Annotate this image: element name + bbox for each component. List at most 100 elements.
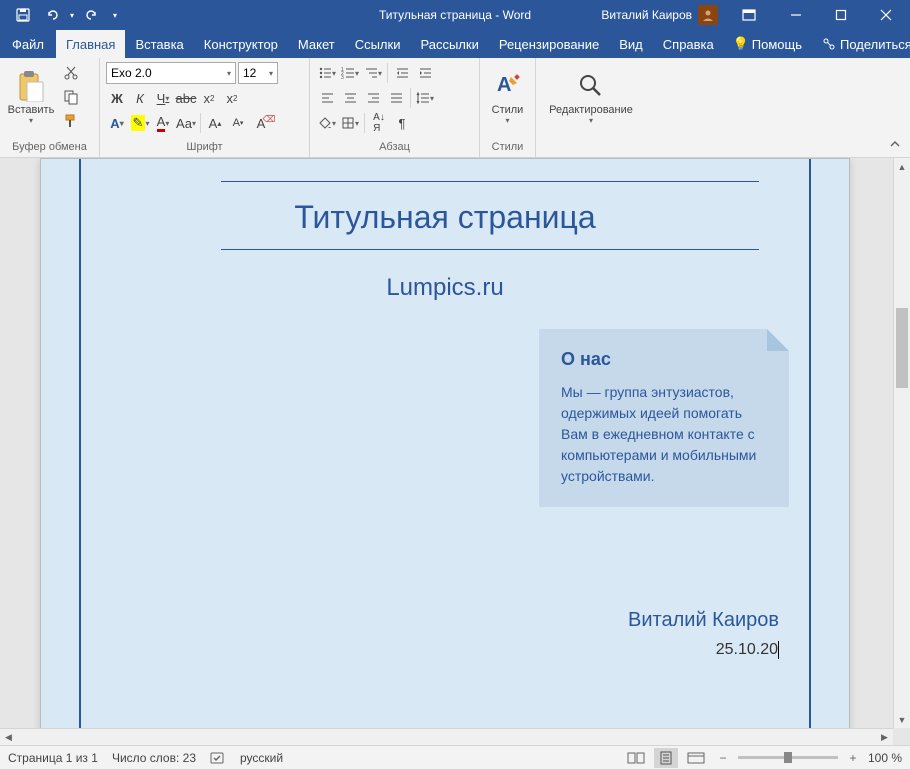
- scroll-right-arrow[interactable]: ▶: [876, 729, 893, 745]
- document-title: Титульная страница - Word: [379, 8, 531, 22]
- document-main-title[interactable]: Титульная страница: [41, 199, 849, 236]
- qat-customize[interactable]: ▾: [108, 2, 122, 28]
- ribbon-tabs: Файл Главная Вставка Конструктор Макет С…: [0, 30, 910, 58]
- user-name[interactable]: Виталий Каиров: [601, 8, 692, 22]
- window-controls: [773, 0, 908, 30]
- share-icon: [822, 37, 836, 51]
- page[interactable]: Титульная страница Lumpics.ru О нас Мы —…: [40, 158, 850, 745]
- ribbon-options-button[interactable]: [726, 0, 771, 30]
- zoom-out-button[interactable]: −: [714, 748, 732, 768]
- tab-home[interactable]: Главная: [56, 30, 125, 58]
- grow-font-button[interactable]: A▴: [204, 112, 226, 134]
- document-area: Титульная страница Lumpics.ru О нас Мы —…: [0, 158, 910, 745]
- group-paragraph: ▾ 123▾ ▾ ▾ ▾ ▾: [310, 58, 480, 157]
- title-rule-top: [221, 181, 759, 182]
- copy-button[interactable]: [60, 86, 82, 108]
- tab-references[interactable]: Ссылки: [345, 30, 411, 58]
- tab-help[interactable]: Справка: [653, 30, 724, 58]
- shrink-font-button[interactable]: A▾: [227, 112, 249, 134]
- scroll-up-arrow[interactable]: ▲: [894, 158, 910, 175]
- show-marks-button[interactable]: ¶: [391, 112, 413, 134]
- text-effects-button[interactable]: A ▾: [106, 112, 128, 134]
- text-cursor: [778, 641, 779, 659]
- collapse-ribbon-button[interactable]: [886, 135, 904, 153]
- help-button[interactable]: 💡Помощь: [724, 37, 812, 52]
- about-box[interactable]: О нас Мы — группа энтузиастов, одержимых…: [539, 329, 789, 507]
- tab-insert[interactable]: Вставка: [125, 30, 193, 58]
- tab-design[interactable]: Конструктор: [194, 30, 288, 58]
- numbering-button[interactable]: 123▾: [339, 62, 361, 84]
- page-count[interactable]: Страница 1 из 1: [8, 751, 98, 765]
- svg-text:3: 3: [341, 75, 344, 80]
- align-left-button[interactable]: [316, 87, 338, 109]
- statusbar: Страница 1 из 1 Число слов: 23 русский −…: [0, 745, 910, 769]
- paste-button[interactable]: Вставить ▾: [6, 62, 56, 132]
- document-subtitle[interactable]: Lumpics.ru: [41, 274, 849, 302]
- tab-review[interactable]: Рецензирование: [489, 30, 609, 58]
- zoom-in-button[interactable]: +: [844, 748, 862, 768]
- bullets-button[interactable]: ▾: [316, 62, 338, 84]
- zoom-slider[interactable]: [738, 756, 838, 759]
- bold-button[interactable]: Ж: [106, 87, 128, 109]
- window-title: Титульная страница - Word: [379, 8, 531, 22]
- scroll-down-arrow[interactable]: ▼: [894, 711, 910, 728]
- scroll-left-arrow[interactable]: ◀: [0, 729, 17, 745]
- strikethrough-button[interactable]: abc: [175, 87, 197, 109]
- multilevel-list-button[interactable]: ▾: [362, 62, 384, 84]
- change-case-button[interactable]: Aa▾: [175, 112, 197, 134]
- close-button[interactable]: [863, 0, 908, 30]
- shading-button[interactable]: ▾: [316, 112, 338, 134]
- share-button[interactable]: Поделиться: [812, 37, 910, 52]
- minimize-button[interactable]: [773, 0, 818, 30]
- editing-button[interactable]: Редактирование ▾: [542, 62, 640, 132]
- redo-button[interactable]: [78, 2, 104, 28]
- tab-file[interactable]: Файл: [0, 30, 56, 58]
- word-count[interactable]: Число слов: 23: [112, 751, 196, 765]
- format-painter-button[interactable]: [60, 110, 82, 132]
- proofing-button[interactable]: [210, 751, 226, 765]
- document-date[interactable]: 25.10.20: [716, 641, 779, 659]
- underline-button[interactable]: Ч ▾: [152, 87, 174, 109]
- maximize-button[interactable]: [818, 0, 863, 30]
- justify-button[interactable]: [385, 87, 407, 109]
- group-clipboard: Вставить ▾ Буфер обмена: [0, 58, 100, 157]
- print-layout-button[interactable]: [654, 748, 678, 768]
- line-spacing-button[interactable]: ▾: [414, 87, 436, 109]
- about-text: Мы — группа энтузиастов, одержимых идеей…: [561, 382, 767, 487]
- font-color-button[interactable]: A▾: [152, 112, 174, 134]
- borders-button[interactable]: ▾: [339, 112, 361, 134]
- align-right-button[interactable]: [362, 87, 384, 109]
- group-label-paragraph: Абзац: [316, 139, 473, 155]
- sort-button[interactable]: А↓Я: [368, 112, 390, 134]
- tab-layout[interactable]: Макет: [288, 30, 345, 58]
- decrease-indent-button[interactable]: [391, 62, 413, 84]
- scroll-thumb[interactable]: [896, 308, 908, 388]
- undo-button[interactable]: [40, 2, 66, 28]
- superscript-button[interactable]: x2: [221, 87, 243, 109]
- clear-formatting-button[interactable]: A⌫: [250, 112, 272, 134]
- subscript-button[interactable]: x2: [198, 87, 220, 109]
- read-mode-button[interactable]: [624, 748, 648, 768]
- font-name-combo[interactable]: Exo 2.0▾: [106, 62, 236, 84]
- about-heading: О нас: [561, 349, 767, 370]
- language-status[interactable]: русский: [240, 751, 283, 765]
- group-font: Exo 2.0▾ 12▾ Ж К Ч ▾ abc x2 x2 A ▾ ✎▾ A▾…: [100, 58, 310, 157]
- tab-view[interactable]: Вид: [609, 30, 653, 58]
- styles-button[interactable]: A Стили ▾: [486, 62, 529, 132]
- font-size-combo[interactable]: 12▾: [238, 62, 278, 84]
- document-author[interactable]: Виталий Каиров: [628, 609, 779, 632]
- web-layout-button[interactable]: [684, 748, 708, 768]
- lightbulb-icon: 💡: [734, 37, 748, 51]
- group-label-clipboard: Буфер обмена: [6, 139, 93, 155]
- vertical-scrollbar[interactable]: ▲ ▼: [893, 158, 910, 728]
- horizontal-scrollbar[interactable]: ◀ ▶: [0, 728, 893, 745]
- user-avatar[interactable]: [698, 5, 718, 25]
- align-center-button[interactable]: [339, 87, 361, 109]
- zoom-level[interactable]: 100 %: [868, 751, 902, 765]
- increase-indent-button[interactable]: [414, 62, 436, 84]
- tab-mailings[interactable]: Рассылки: [410, 30, 488, 58]
- save-button[interactable]: [10, 2, 36, 28]
- italic-button[interactable]: К: [129, 87, 151, 109]
- highlight-button[interactable]: ✎▾: [129, 112, 151, 134]
- cut-button[interactable]: [60, 62, 82, 84]
